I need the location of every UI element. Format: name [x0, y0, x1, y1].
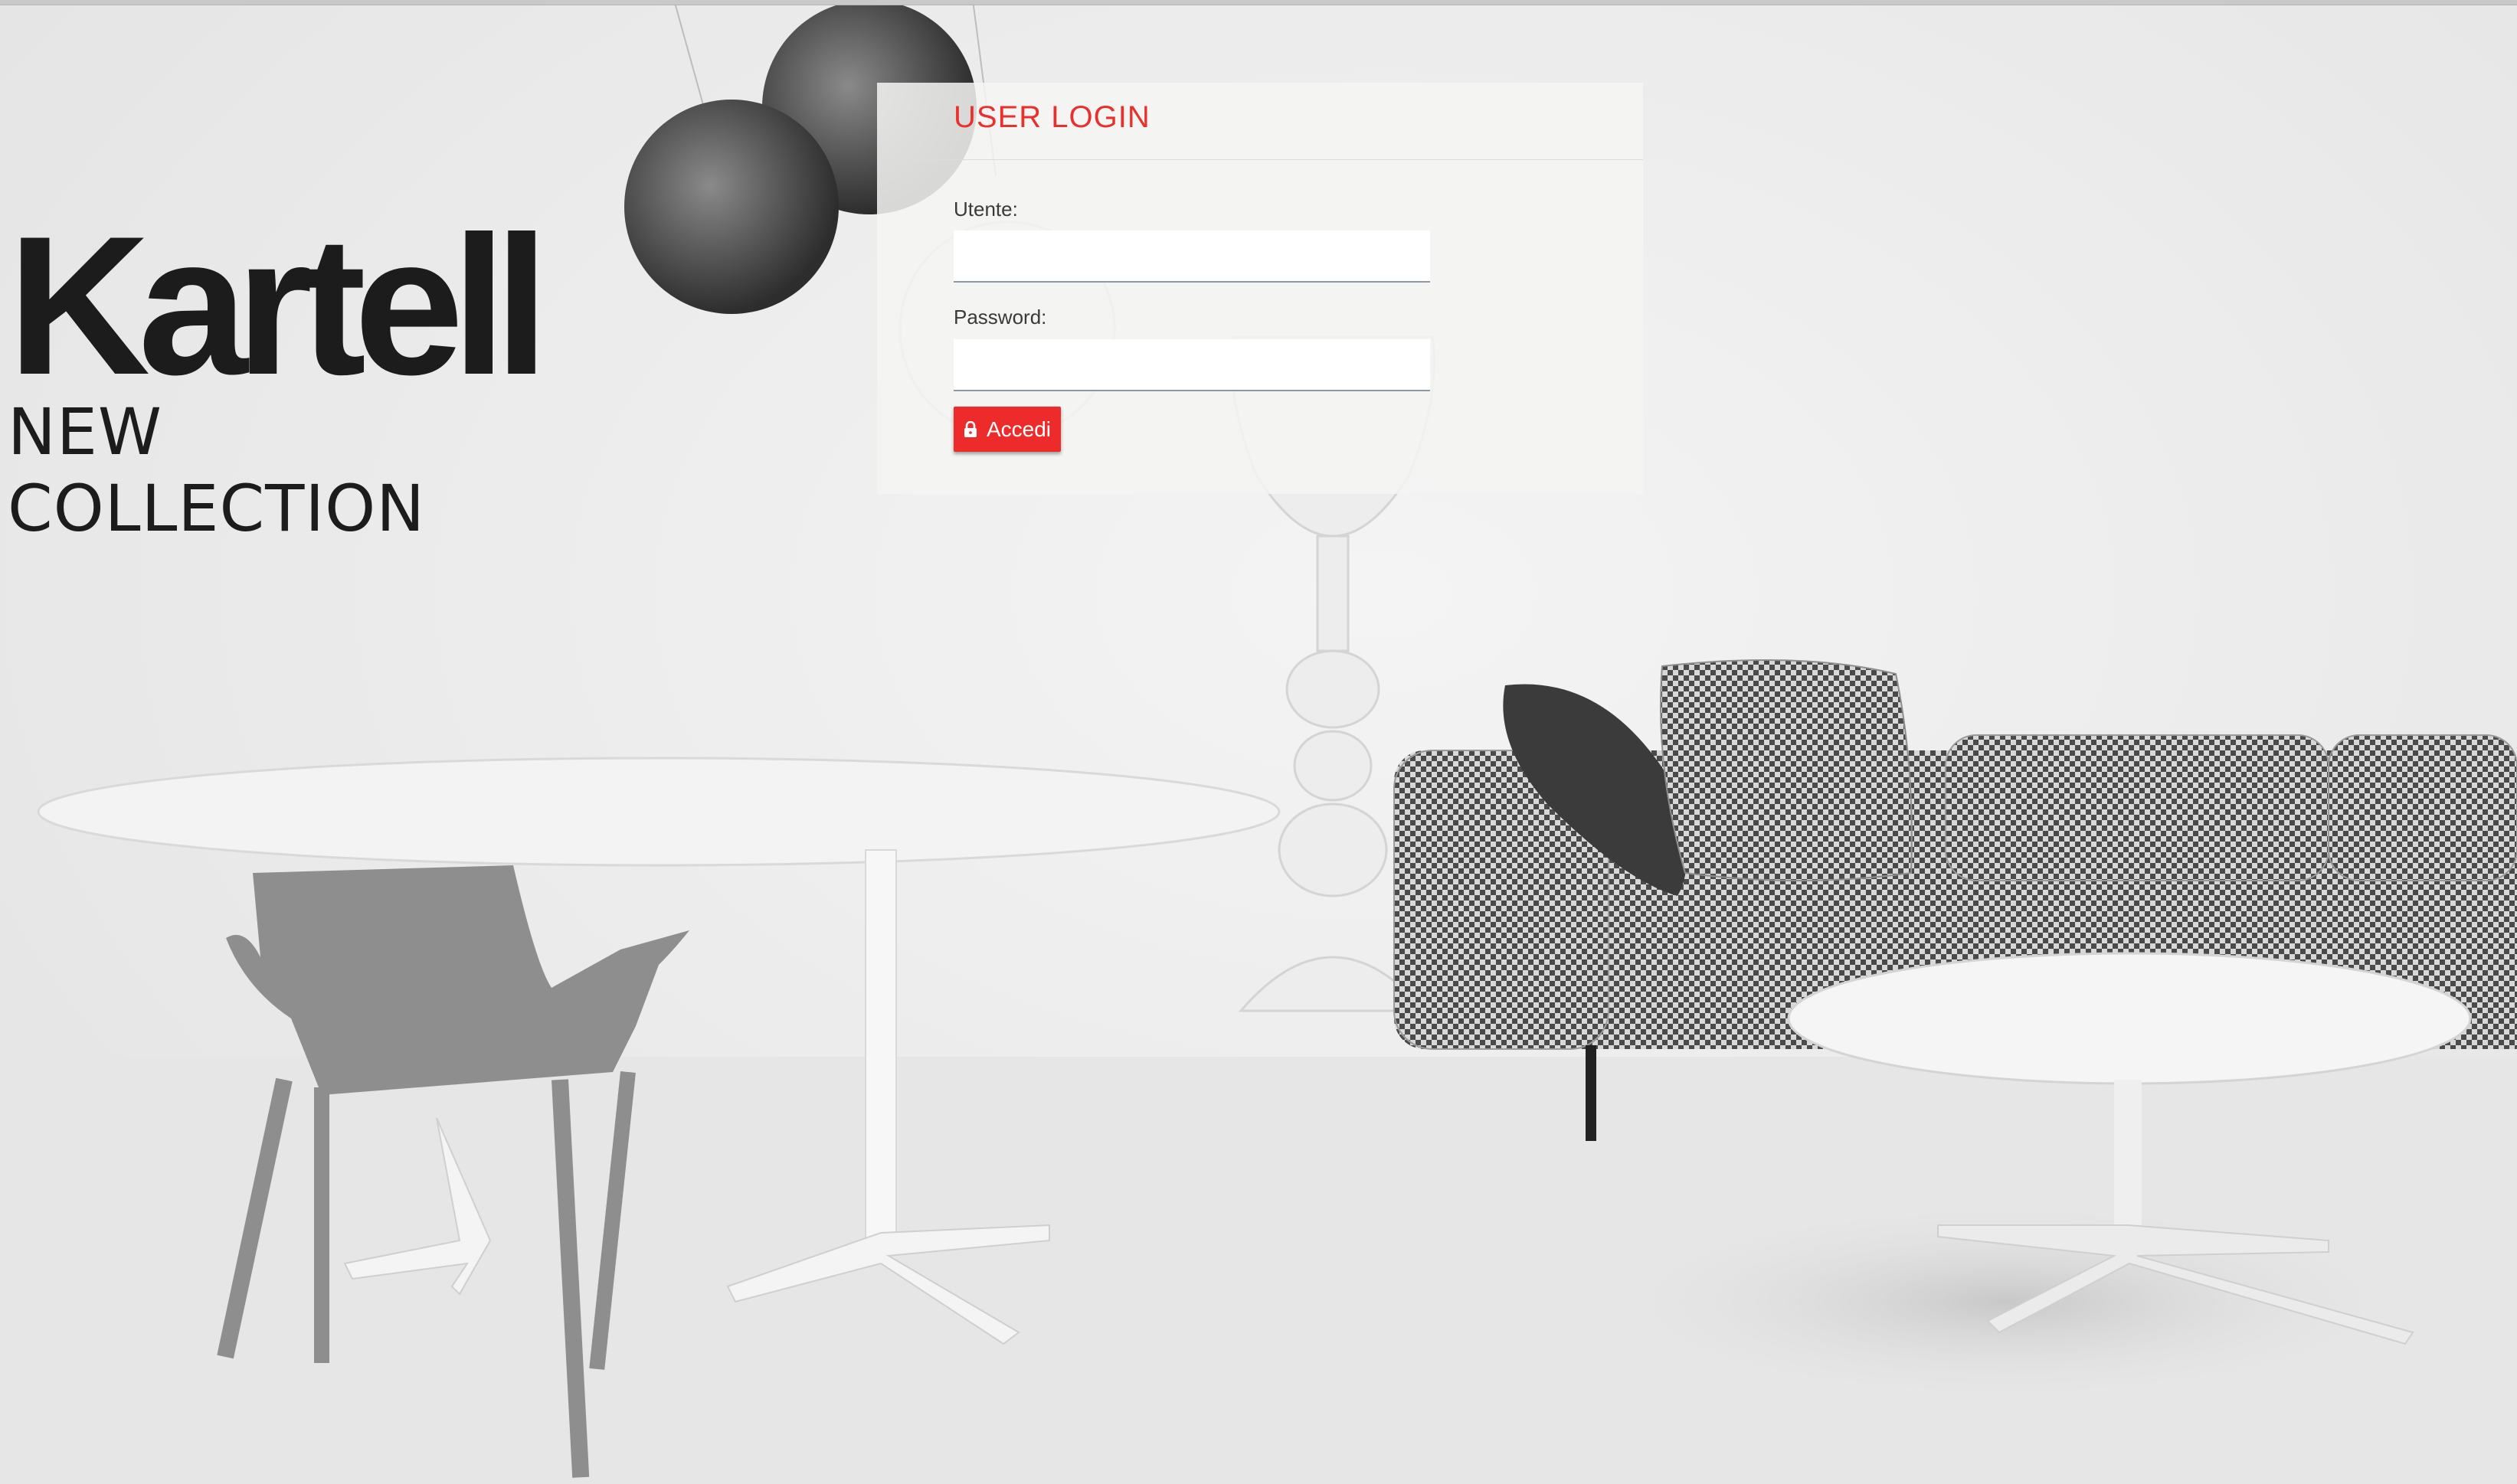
logo-tagline: NEW COLLECTION	[8, 394, 426, 546]
browser-top-edge	[0, 0, 2517, 5]
login-button[interactable]: Accedi	[954, 407, 1061, 452]
password-label: Password:	[954, 306, 1047, 329]
login-header: USER LOGIN	[877, 83, 1643, 160]
login-panel: USER LOGIN Utente: Password: Accedi	[877, 83, 1643, 494]
password-input[interactable]	[954, 339, 1430, 391]
login-button-label: Accedi	[986, 417, 1052, 441]
lock-icon	[964, 420, 977, 438]
login-title: USER LOGIN	[954, 100, 1150, 134]
username-label: Utente:	[954, 198, 1018, 221]
brand-logo: Kartell NEW COLLECTION	[8, 194, 574, 547]
logo-wordmark: Kartell	[8, 194, 549, 416]
username-input[interactable]	[954, 230, 1430, 283]
